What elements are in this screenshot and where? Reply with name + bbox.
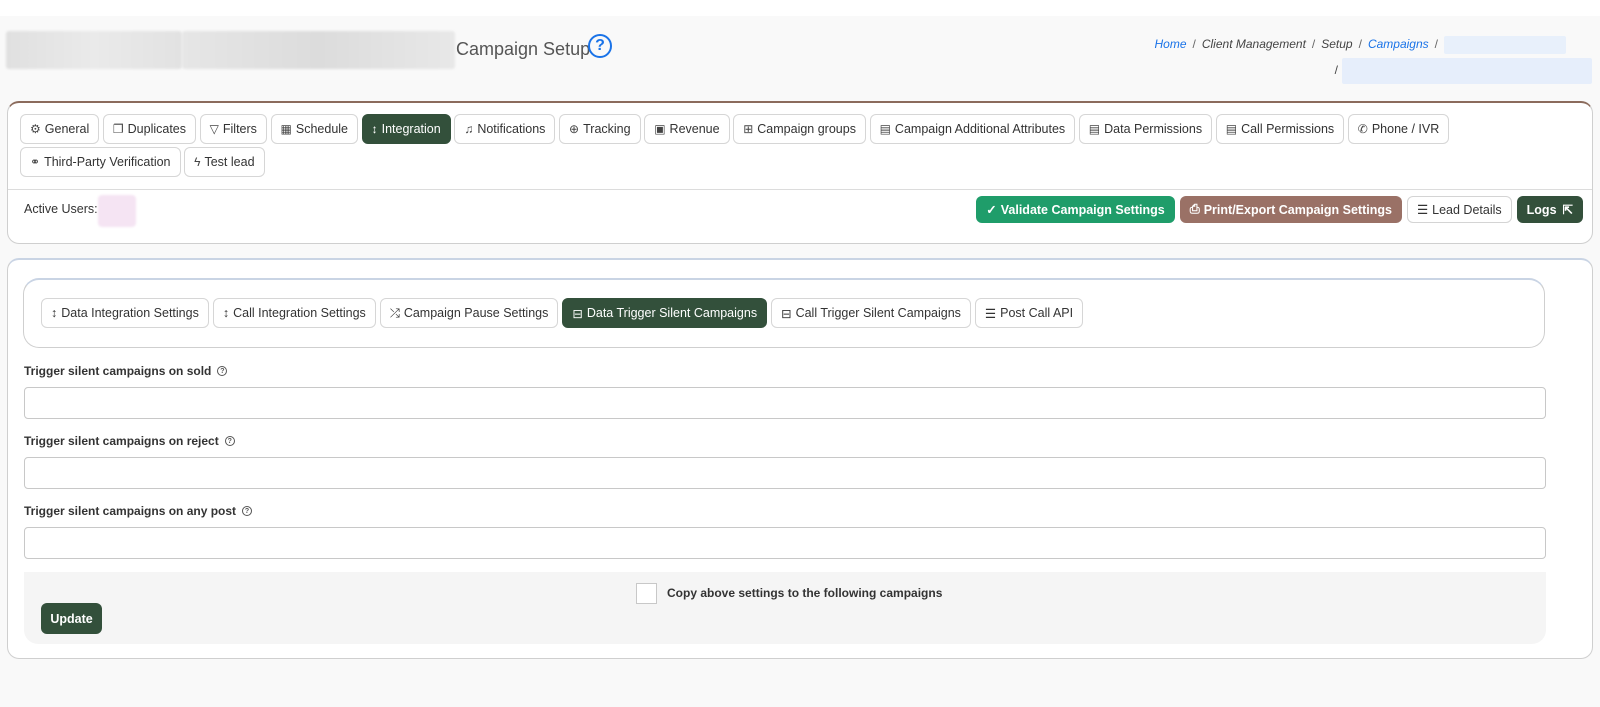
redacted-active-user-avatar <box>98 195 136 227</box>
logs-button[interactable]: Logs ⇱ <box>1516 196 1583 223</box>
copy-settings-label: Copy above settings to the following cam… <box>667 586 943 600</box>
sign-icon: ⊟ <box>781 306 792 321</box>
tab-revenue[interactable]: ▣ Revenue <box>644 114 730 144</box>
lead-details-button[interactable]: ☰ Lead Details <box>1406 196 1512 223</box>
tab-filters[interactable]: ▽ Filters <box>199 114 267 144</box>
funnel-icon: ▽ <box>209 122 219 136</box>
breadcrumb-row-2: / <box>1335 58 1592 84</box>
tab-phone-ivr[interactable]: ✆ Phone / IVR <box>1347 114 1450 144</box>
integration-card: ↕ Data Integration Settings ↕ Call Integra… <box>7 258 1593 659</box>
breadcrumb-setup: Setup <box>1321 37 1353 52</box>
sold-label: Trigger silent campaigns on sold? <box>24 364 228 378</box>
campaign-tabs: ⚙ General ❐ Duplicates ▽ Filters ▦ Schedule … <box>20 114 1580 180</box>
reject-input[interactable] <box>24 457 1546 489</box>
tab-call-permissions[interactable]: ▤ Call Permissions <box>1215 114 1345 144</box>
campaign-tabs-card: ⚙ General ❐ Duplicates ▽ Filters ▦ Schedule … <box>7 101 1593 244</box>
tab-schedule[interactable]: ▦ Schedule <box>270 114 358 144</box>
zoom-icon: ⊕ <box>569 122 580 136</box>
redacted-breadcrumb-item[interactable] <box>1444 36 1566 54</box>
gears-icon: ⚙ <box>30 122 41 136</box>
breadcrumb-campaigns[interactable]: Campaigns <box>1368 37 1429 51</box>
subtab-call-trigger-silent-campaigns[interactable]: ⊟ Call Trigger Silent Campaigns <box>771 298 971 328</box>
page-header: Campaign Setup ? Home / Client Management /… <box>0 16 1600 102</box>
any-post-input[interactable] <box>24 527 1546 559</box>
list-icon: ☰ <box>984 306 997 321</box>
bell-icon: ♫ <box>464 122 474 136</box>
page: Campaign Setup ? Home / Client Management /… <box>0 16 1600 707</box>
active-users-label: Active Users: <box>24 202 98 216</box>
copy-settings-checkbox[interactable] <box>636 583 657 604</box>
tab-third-party-verification[interactable]: ⚭ Third-Party Verification <box>20 147 181 177</box>
reject-label: Trigger silent campaigns on reject? <box>24 434 235 448</box>
list-indent-icon: ☰ <box>1416 203 1429 217</box>
arrows-vertical-icon: ↕ <box>371 122 378 136</box>
subtab-data-integration-settings[interactable]: ↕ Data Integration Settings <box>41 298 209 328</box>
redacted-client-name <box>6 31 182 69</box>
tab-campaign-groups[interactable]: ⊞ Campaign groups <box>733 114 866 144</box>
tab-test-lead[interactable]: ϟ Test lead <box>184 147 265 177</box>
cash-icon: ▣ <box>654 122 666 136</box>
question-circle-icon[interactable]: ? <box>588 34 612 58</box>
validate-campaign-settings-button[interactable]: ✓ Validate Campaign Settings <box>976 196 1175 223</box>
breadcrumb: Home / Client Management / Setup / Campaigns / <box>1154 36 1566 54</box>
question-icon[interactable]: ? <box>217 366 228 376</box>
integration-subtabs: ↕ Data Integration Settings ↕ Call Integra… <box>41 298 1084 328</box>
print-export-campaign-settings-button[interactable]: ⎙ Print/Export Campaign Settings <box>1179 196 1402 223</box>
question-icon[interactable]: ? <box>224 436 235 446</box>
arrows-vertical-icon: ↕ <box>51 306 58 320</box>
sold-input[interactable] <box>24 387 1546 419</box>
campaign-actions: ✓ Validate Campaign Settings ⎙ Print/Expor… <box>976 196 1583 223</box>
check-icon: ✓ <box>986 203 997 217</box>
file-icon: ▤ <box>879 122 891 136</box>
file-icon: ▤ <box>1088 122 1101 136</box>
form-footer: Copy above settings to the following cam… <box>24 572 1546 644</box>
any-post-label: Trigger silent campaigns on any post? <box>24 504 253 518</box>
file-icon: ▤ <box>1225 122 1238 136</box>
integration-subtabs-box: ↕ Data Integration Settings ↕ Call Integra… <box>23 278 1545 348</box>
question-icon[interactable]: ? <box>242 506 253 516</box>
sitemap-icon: ⊞ <box>743 122 754 136</box>
tab-notifications[interactable]: ♫ Notifications <box>454 114 556 144</box>
arrows-vertical-icon: ↕ <box>222 306 230 320</box>
breadcrumb-client-management: Client Management <box>1201 37 1306 52</box>
divider <box>8 189 1592 190</box>
tab-integration[interactable]: ↕ Integration <box>361 114 451 144</box>
shuffle-icon: ⤮ <box>389 305 400 320</box>
external-link-icon: ⇱ <box>1562 203 1573 217</box>
tab-campaign-additional-attributes[interactable]: ▤ Campaign Additional Attributes <box>869 114 1076 144</box>
lightning-icon: ϟ <box>194 155 201 169</box>
subtab-data-trigger-silent-campaigns[interactable]: ⊟ Data Trigger Silent Campaigns <box>562 298 768 328</box>
tab-data-permissions[interactable]: ▤ Data Permissions <box>1078 114 1213 144</box>
phone-icon: ✆ <box>1357 122 1368 136</box>
breadcrumb-home[interactable]: Home <box>1154 37 1186 51</box>
printer-icon: ⎙ <box>1189 202 1200 216</box>
subtab-campaign-pause-settings[interactable]: ⤮ Campaign Pause Settings <box>379 298 559 328</box>
copy-icon: ❐ <box>112 122 124 136</box>
tab-tracking[interactable]: ⊕ Tracking <box>559 114 641 144</box>
redacted-breadcrumb-item <box>1342 58 1592 84</box>
subtab-post-call-api[interactable]: ☰ Post Call API <box>974 298 1084 328</box>
redacted-campaign-name <box>182 31 455 69</box>
subtab-call-integration-settings[interactable]: ↕ Call Integration Settings <box>212 298 376 328</box>
tab-general[interactable]: ⚙ General <box>20 114 100 144</box>
update-button[interactable]: Update <box>41 603 102 634</box>
calendar-icon: ▦ <box>280 122 292 136</box>
tab-duplicates[interactable]: ❐ Duplicates <box>102 114 197 144</box>
handshake-icon: ⚭ <box>30 155 41 169</box>
page-title: Campaign Setup <box>456 39 591 59</box>
sign-icon: ⊟ <box>572 306 583 321</box>
